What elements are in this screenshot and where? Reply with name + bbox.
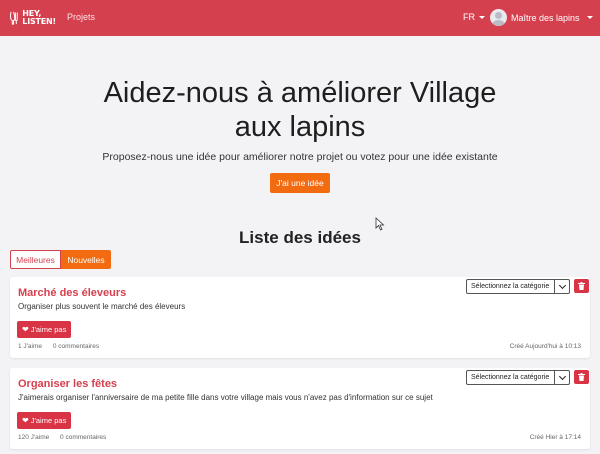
broken-heart-icon: ❤ <box>22 324 29 334</box>
category-select-label: Sélectionnez la catégorie <box>471 283 550 290</box>
idea-description: Organiser plus souvent le marché des éle… <box>18 302 186 311</box>
broken-heart-icon: ❤ <box>22 415 29 425</box>
category-select[interactable]: Sélectionnez la catégorie <box>466 279 570 294</box>
language-label: FR <box>463 12 475 22</box>
idea-description: J'aimerais organiser l'anniversaire de m… <box>18 393 433 402</box>
delete-button[interactable] <box>574 370 589 384</box>
comments-count[interactable]: 0 commentaires <box>60 434 106 441</box>
chevron-down-icon <box>479 15 485 19</box>
logo-icon <box>10 11 18 25</box>
user-name: Maître des lapins <box>511 12 580 23</box>
dislike-label: J'aime pas <box>30 416 67 425</box>
page-title-text: Aidez-nous à améliorer Village aux lapin… <box>103 77 497 143</box>
idea-stats: 1 J'aime 0 commentaires <box>18 343 108 350</box>
nav-projects-link[interactable]: Projets <box>67 12 95 22</box>
idea-stats: 120 J'aime 0 commentaires <box>18 434 115 441</box>
created-date: Créé Hier à 17:14 <box>529 434 581 441</box>
top-navbar: HEY, LISTEN! Projets FR Maître des lapin… <box>0 0 600 36</box>
delete-button[interactable] <box>574 279 589 293</box>
logo[interactable]: HEY, LISTEN! <box>8 5 56 31</box>
idea-card: Marché des éleveurs Organiser plus souve… <box>10 277 590 358</box>
idea-card: Organiser les fêtes J'aimerais organiser… <box>10 368 590 449</box>
idea-title[interactable]: Marché des éleveurs <box>18 287 126 299</box>
page-title: Aidez-nous à améliorer Village aux lapin… <box>0 76 600 144</box>
category-select[interactable]: Sélectionnez la catégorie <box>466 370 570 385</box>
ideas-list-title: Liste des idées <box>239 228 361 247</box>
chevron-down-icon <box>586 16 593 19</box>
sort-tabs: Meilleures Nouvelles <box>10 250 111 269</box>
trash-icon <box>578 373 585 381</box>
logo-text: HEY, LISTEN! <box>22 10 56 26</box>
idea-title[interactable]: Organiser les fêtes <box>18 378 117 390</box>
likes-count: 1 J'aime <box>18 343 43 350</box>
avatar-icon <box>490 9 507 26</box>
chevron-down-icon <box>554 371 569 384</box>
dislike-button[interactable]: ❤ J'aime pas <box>17 321 72 338</box>
likes-count: 120 J'aime <box>18 434 50 441</box>
user-menu[interactable]: Maître des lapins <box>490 9 593 26</box>
new-idea-button[interactable]: J'ai une idée <box>270 173 330 193</box>
chevron-down-icon <box>554 280 569 293</box>
tab-best[interactable]: Meilleures <box>10 250 61 269</box>
category-select-label: Sélectionnez la catégorie <box>471 374 550 381</box>
language-dropdown[interactable]: FR <box>463 12 485 22</box>
comments-count[interactable]: 0 commentaires <box>53 343 99 350</box>
dislike-label: J'aime pas <box>30 325 67 334</box>
tab-new[interactable]: Nouvelles <box>61 250 111 269</box>
trash-icon <box>578 282 585 290</box>
created-date: Créé Aujourd'hui à 10:13 <box>509 343 581 350</box>
dislike-button[interactable]: ❤ J'aime pas <box>17 412 72 429</box>
logo-line2: LISTEN! <box>22 17 56 26</box>
page-subtitle: Proposez-nous une idée pour améliorer no… <box>102 151 498 163</box>
